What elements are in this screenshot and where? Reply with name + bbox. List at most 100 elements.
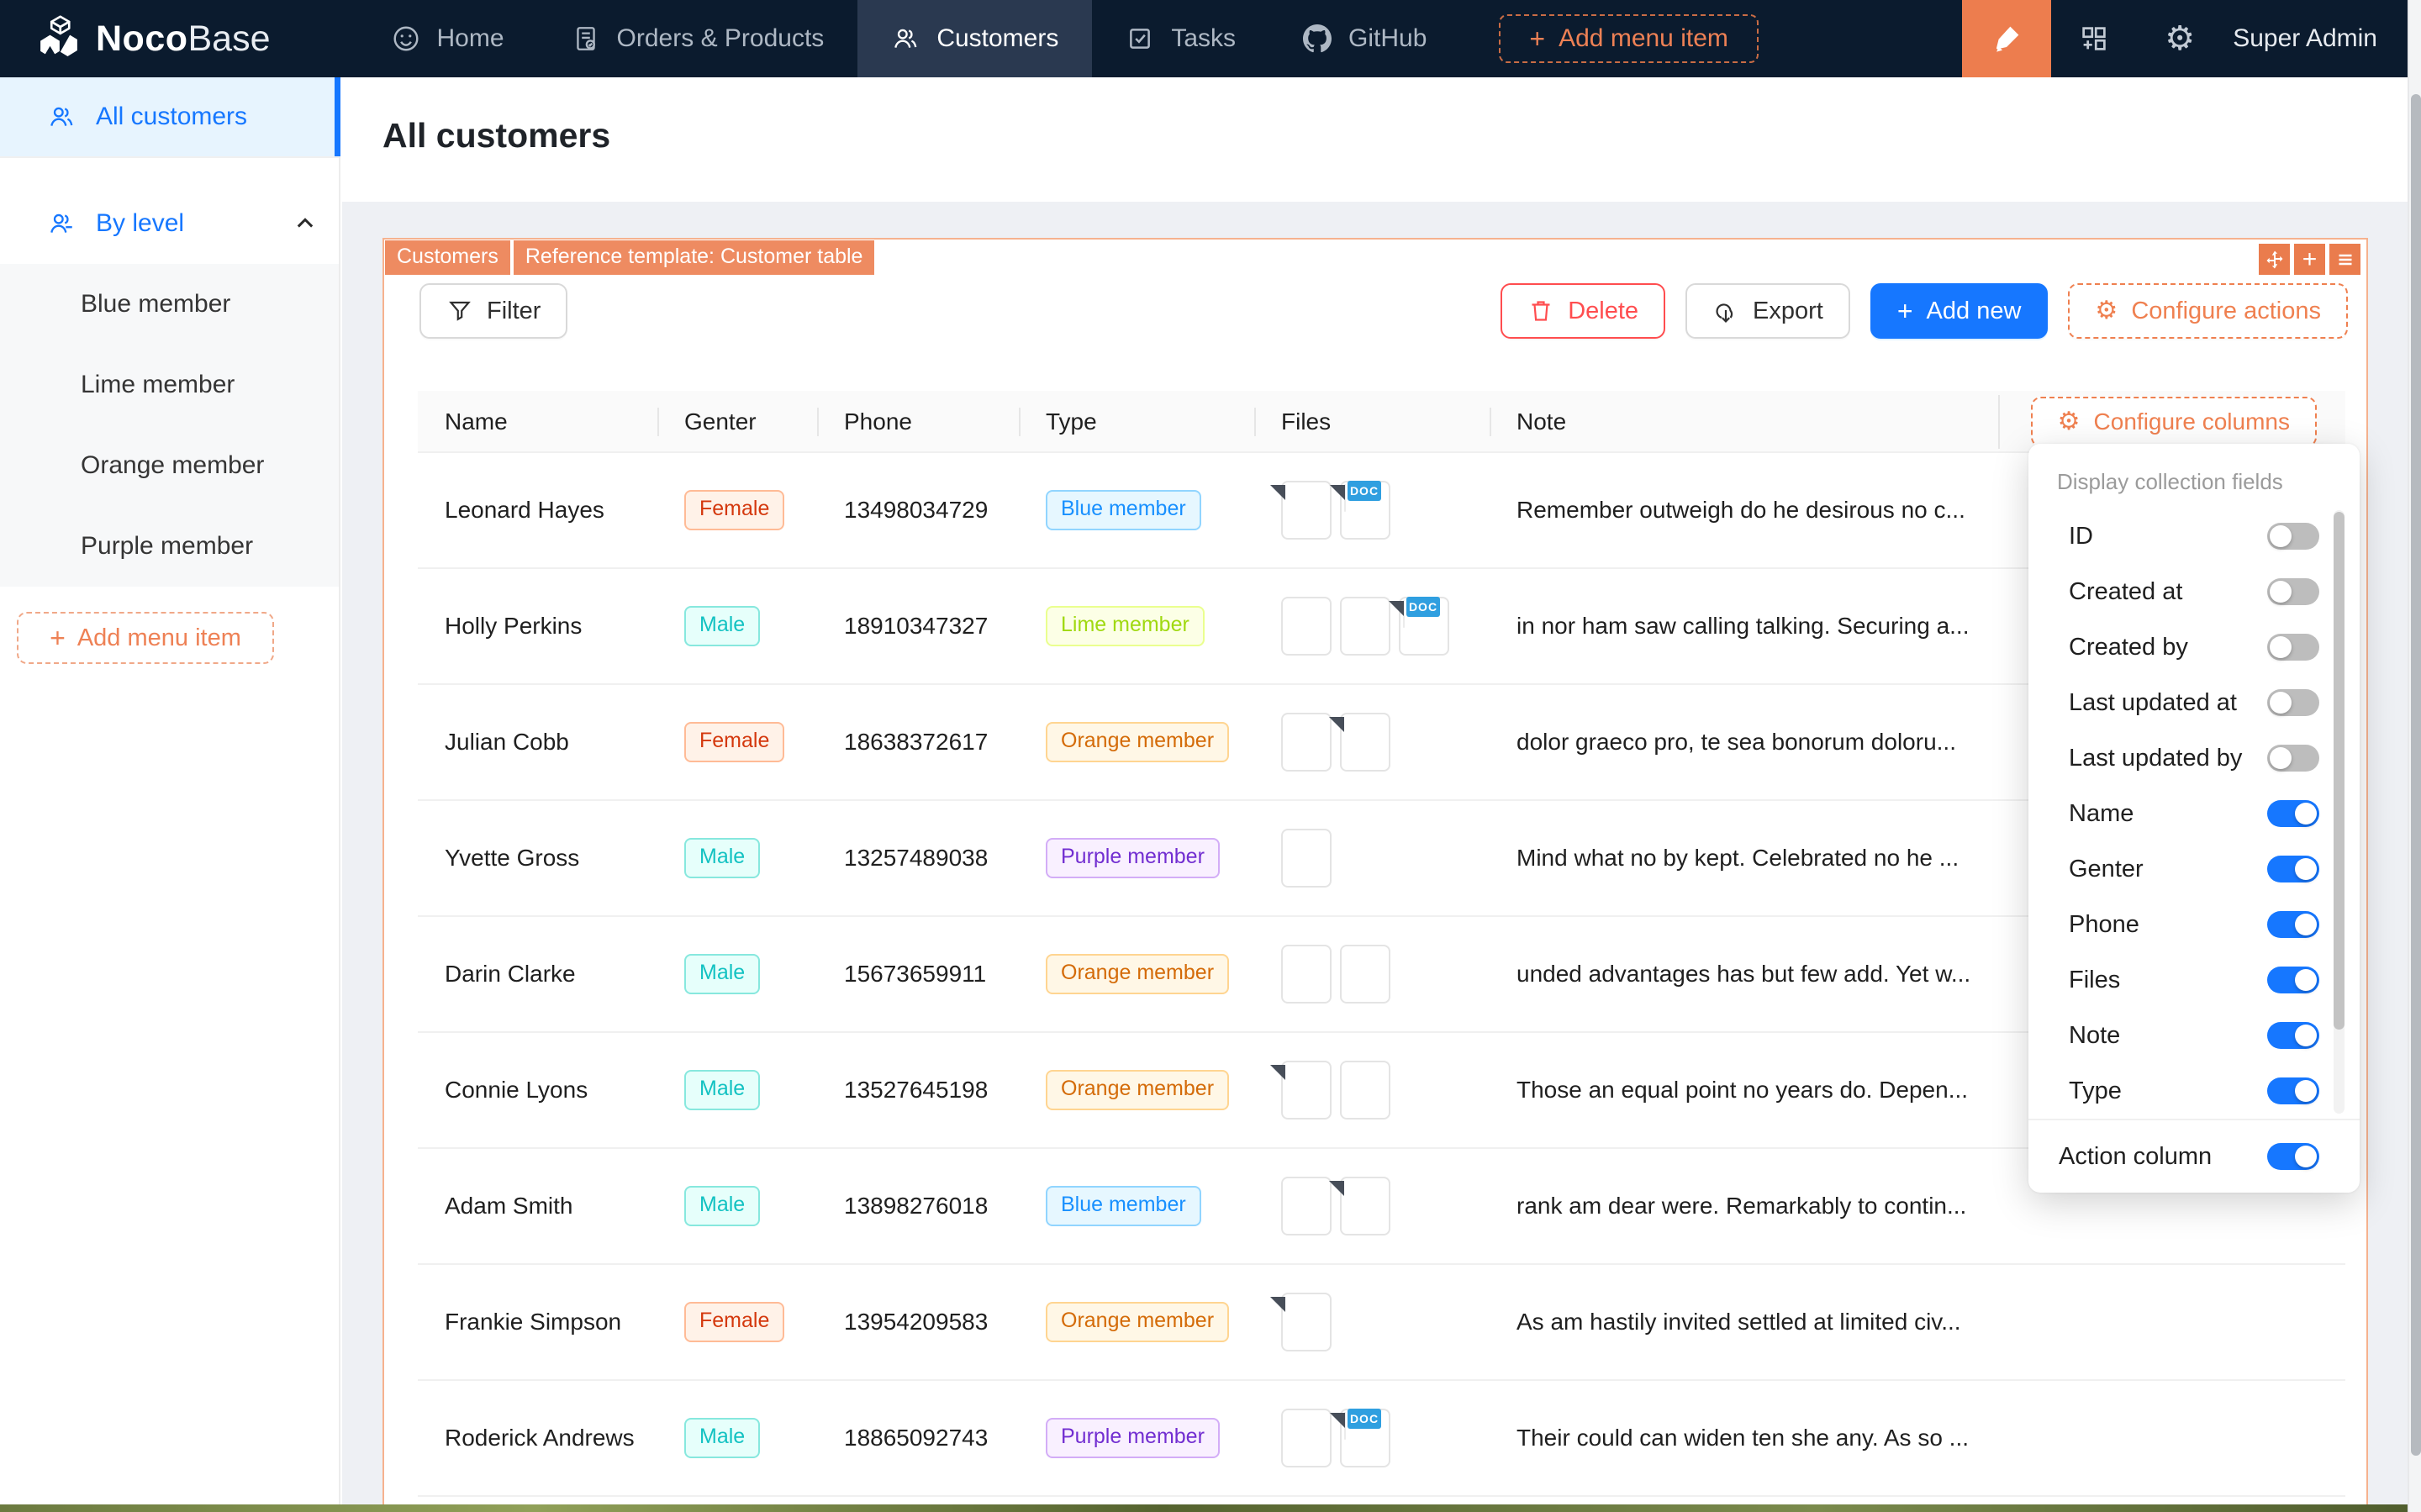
field-toggle-created-by[interactable] (2267, 634, 2319, 661)
delete-button[interactable]: Delete (1501, 283, 1665, 339)
field-item-phone[interactable]: Phone (2028, 897, 2360, 952)
field-toggle-last-updated-at[interactable] (2267, 689, 2319, 716)
gear-icon: ⚙ (2058, 409, 2081, 435)
add-block-icon[interactable]: + (2294, 244, 2325, 275)
field-item-type[interactable]: Type (2028, 1063, 2360, 1119)
column-header-note[interactable]: Note (1490, 403, 1998, 440)
cell-type: Blue member (1019, 490, 1254, 530)
image-file-thumbnail[interactable] (1281, 713, 1332, 772)
sidebar-add-menu-item-button[interactable]: + Add menu item (17, 612, 274, 664)
image-file-thumbnail[interactable] (1340, 1061, 1390, 1120)
cell-name: Yvette Gross (418, 845, 657, 872)
doc-file-thumbnail[interactable]: DOC (1340, 481, 1390, 540)
column-header-files[interactable]: Files (1254, 403, 1490, 440)
field-toggle-created-at[interactable] (2267, 578, 2319, 605)
configure-columns-dropdown: Display collection fields IDCreated atCr… (2028, 444, 2360, 1193)
field-item-created-at[interactable]: Created at (2028, 564, 2360, 619)
doc-file-thumbnail[interactable]: DOC (1399, 597, 1449, 656)
page-scrollbar[interactable] (2408, 0, 2421, 1512)
page-scrollbar-thumb[interactable] (2411, 94, 2421, 1456)
field-toggle-files[interactable] (2267, 967, 2319, 993)
image-file-thumbnail[interactable] (1281, 1177, 1332, 1235)
pdf-file-thumbnail[interactable] (1281, 1293, 1332, 1351)
field-item-id[interactable]: ID (2028, 508, 2360, 564)
image-file-thumbnail[interactable] (1281, 1409, 1332, 1467)
plugin-manager-button[interactable] (2051, 0, 2137, 77)
main-nav: HomeOrders & ProductsCustomersTasksGitHu… (358, 0, 1461, 77)
image-file-thumbnail[interactable] (1340, 945, 1390, 1004)
drag-handle-icon[interactable] (2259, 244, 2290, 275)
configure-columns-button[interactable]: ⚙Configure columns (2031, 397, 2317, 447)
filter-button[interactable]: Filter (419, 283, 567, 339)
nav-item-orders-products[interactable]: Orders & Products (538, 0, 858, 77)
cell-note: Mind what no by kept. Celebrated no he .… (1490, 845, 1998, 872)
column-header-type[interactable]: Type (1019, 403, 1254, 440)
field-toggle-last-updated-by[interactable] (2267, 745, 2319, 772)
pdf-file-thumbnail[interactable] (1340, 1177, 1390, 1235)
field-item-name[interactable]: Name (2028, 786, 2360, 841)
action-column-toggle[interactable] (2267, 1143, 2319, 1170)
field-toggle-id[interactable] (2267, 523, 2319, 550)
field-item-last-updated-by[interactable]: Last updated by (2028, 730, 2360, 786)
column-header-phone[interactable]: Phone (817, 403, 1019, 440)
nav-item-github[interactable]: GitHub (1269, 0, 1460, 77)
field-toggle-note[interactable] (2267, 1022, 2319, 1049)
image-file-thumbnail[interactable] (1340, 597, 1390, 656)
field-toggle-name[interactable] (2267, 800, 2319, 827)
sidebar-item-label: Blue member (81, 290, 230, 319)
member-tag-purple-member: Purple member (1046, 1418, 1220, 1458)
pdf-file-thumbnail[interactable] (1281, 1061, 1332, 1120)
column-header-genter[interactable]: Genter (657, 403, 817, 440)
dropdown-scrollbar-thumb[interactable] (2334, 512, 2345, 1030)
add-new-button[interactable]: + Add new (1870, 283, 2049, 339)
user-menu[interactable]: Super Admin (2233, 24, 2377, 53)
logo-text-base: Base (188, 18, 271, 60)
cell-gender: Male (657, 606, 817, 646)
table-row[interactable]: Roderick AndrewsMale18865092743Purple me… (418, 1381, 2345, 1497)
settings-button[interactable]: ⚙ (2137, 0, 2223, 77)
pdf-file-thumbnail[interactable] (1340, 713, 1390, 772)
field-item-files[interactable]: Files (2028, 952, 2360, 1008)
sidebar-item-lime-member[interactable]: Lime member (0, 345, 339, 425)
field-toggle-type[interactable] (2267, 1077, 2319, 1104)
cell-gender: Male (657, 1186, 817, 1226)
nav-item-home[interactable]: Home (358, 0, 538, 77)
column-header-name[interactable]: Name (418, 403, 657, 440)
navbar-add-menu-item-button[interactable]: + Add menu item (1499, 14, 1758, 63)
sidebar-item-orange-member[interactable]: Orange member (0, 425, 339, 506)
image-file-thumbnail[interactable] (1281, 945, 1332, 1004)
export-button[interactable]: Export (1685, 283, 1850, 339)
ui-editor-button[interactable] (1962, 0, 2051, 77)
block-menu-icon[interactable] (2329, 244, 2360, 275)
gender-tag-female: Female (684, 1302, 784, 1342)
action-column-row[interactable]: Action column (2028, 1119, 2360, 1193)
field-toggle-phone[interactable] (2267, 911, 2319, 938)
table-row[interactable]: Frankie SimpsonFemale13954209583Orange m… (418, 1265, 2345, 1381)
field-item-last-updated-at[interactable]: Last updated at (2028, 675, 2360, 730)
cell-name: Holly Perkins (418, 613, 657, 640)
image-file-thumbnail[interactable] (1281, 597, 1332, 656)
field-item-note[interactable]: Note (2028, 1008, 2360, 1063)
cell-note: in nor ham saw calling talking. Securing… (1490, 613, 1998, 640)
field-item-genter[interactable]: Genter (2028, 841, 2360, 897)
gear-icon: ⚙ (2165, 22, 2195, 55)
navbar-add-menu-item-label: Add menu item (1559, 24, 1728, 53)
field-item-created-by[interactable]: Created by (2028, 619, 2360, 675)
sidebar-item-blue-member[interactable]: Blue member (0, 264, 339, 345)
cell-gender: Male (657, 838, 817, 878)
sidebar-item-all-customers[interactable]: All customers (0, 77, 339, 158)
nav-item-tasks[interactable]: Tasks (1092, 0, 1269, 77)
pdf-file-thumbnail[interactable] (1281, 481, 1332, 540)
sidebar-item-by-level[interactable]: By level (0, 183, 339, 264)
nocobase-logo[interactable]: NocoBase (0, 15, 271, 62)
orders-icon (572, 24, 600, 53)
add-new-button-label: Add new (1927, 298, 2022, 325)
image-file-thumbnail[interactable] (1281, 829, 1332, 888)
doc-file-thumbnail[interactable]: DOC (1340, 1409, 1390, 1467)
sidebar-item-purple-member[interactable]: Purple member (0, 506, 339, 587)
nav-item-customers[interactable]: Customers (857, 0, 1092, 77)
cell-gender: Female (657, 722, 817, 762)
field-toggle-genter[interactable] (2267, 856, 2319, 882)
configure-actions-button[interactable]: ⚙ Configure actions (2068, 283, 2348, 339)
github-icon (1303, 24, 1332, 53)
